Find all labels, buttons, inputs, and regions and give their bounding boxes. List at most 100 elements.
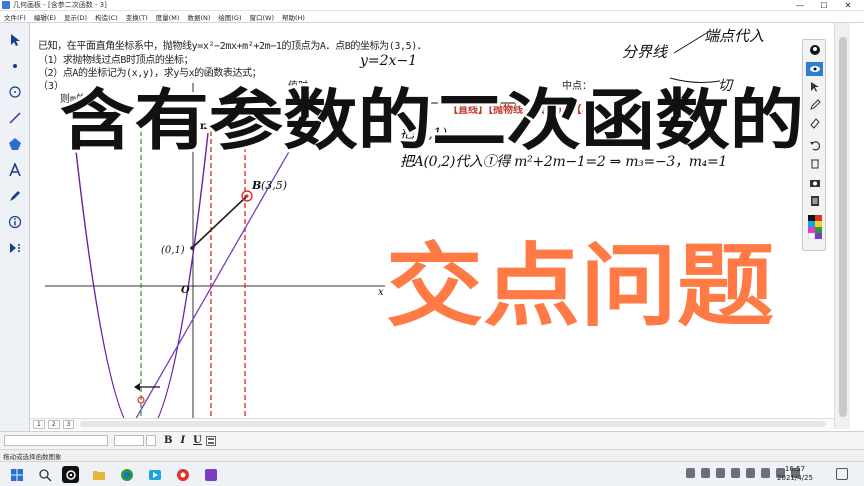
app-taskbar-icon-6[interactable]: [202, 466, 219, 483]
lightbulb-icon: [809, 45, 820, 55]
italic-button[interactable]: I: [180, 435, 185, 446]
palette-pen-button[interactable]: [806, 98, 823, 112]
vertical-scrollbar[interactable]: [834, 23, 850, 429]
app-grid-icon: [204, 468, 217, 481]
camera-icon: [809, 180, 820, 187]
browser-taskbar-icon[interactable]: [118, 466, 135, 483]
window-title: 几何画板 - [含参二次函数 - 3]: [13, 1, 107, 9]
menu-bar: 文件(F) 编辑(E) 显示(D) 构造(C) 变换(T) 度量(M) 数据(N…: [0, 11, 864, 23]
media-icon: [148, 469, 161, 480]
arrow-select-tool[interactable]: [4, 29, 26, 51]
color-grid-icon: [807, 215, 822, 239]
palette-notes-button[interactable]: [806, 194, 823, 208]
window-controls: — ☐ ✕: [788, 0, 860, 11]
info-icon: [8, 215, 22, 229]
point-b-dot: [245, 194, 249, 198]
clock-date: 2021/4/25: [777, 474, 813, 482]
line-tool[interactable]: [4, 107, 26, 129]
arrow-icon: [11, 34, 20, 46]
font-size-arrow[interactable]: [146, 435, 156, 446]
tray-icon-5[interactable]: [746, 468, 755, 478]
pen-icon: [809, 99, 821, 110]
label-point-0-1: (0,1): [161, 245, 185, 256]
polygon-icon: [9, 138, 21, 150]
symbol-palette-icon[interactable]: [205, 435, 216, 446]
search-icon: [38, 468, 51, 481]
menu-edit[interactable]: 编辑(E): [30, 12, 60, 22]
tray-icon-3[interactable]: [716, 468, 725, 478]
font-family-select[interactable]: [4, 435, 108, 446]
label-point-b-coord: (3,5): [261, 179, 288, 192]
info-tool[interactable]: [4, 211, 26, 233]
clock-time: 16:57: [784, 465, 806, 473]
overlay-subtitle: 交点问题: [386, 234, 774, 339]
palette-undo-button[interactable]: [806, 138, 823, 152]
underline-button[interactable]: U: [193, 435, 202, 446]
tray-icon-1[interactable]: [686, 468, 695, 478]
palette-light-button[interactable]: [806, 43, 823, 57]
point-0-1[interactable]: [190, 246, 194, 250]
pointer-icon: [810, 82, 819, 92]
point-tool[interactable]: [4, 55, 26, 77]
palette-trash-button[interactable]: [806, 156, 823, 170]
palette-pointer-button[interactable]: [806, 80, 823, 94]
tool-bar: [0, 23, 30, 435]
menu-measure[interactable]: 度量(M): [152, 12, 184, 22]
handwriting-line-eq: y=2x−1: [360, 53, 418, 69]
horizontal-scrollbar[interactable]: [80, 421, 826, 427]
label-point-b: B: [252, 179, 262, 192]
close-button[interactable]: ✕: [836, 0, 860, 11]
search-taskbar-icon[interactable]: [36, 466, 53, 483]
line-icon: [9, 112, 21, 124]
page-tab-3[interactable]: 3: [62, 419, 75, 429]
minimize-button[interactable]: —: [788, 0, 812, 11]
status-text: 拖动或选择函数图象: [3, 453, 62, 461]
page-tab-2[interactable]: 2: [47, 419, 60, 429]
clock[interactable]: 16:57 2021/4/25: [768, 465, 822, 483]
tray-icon-4[interactable]: [731, 468, 740, 478]
notes-icon: [810, 196, 819, 206]
tray-icon-2[interactable]: [701, 468, 710, 478]
media-taskbar-icon[interactable]: [146, 466, 163, 483]
marker-tool[interactable]: [4, 185, 26, 207]
overlay-title-svg: 含有参数的二次函数的: [57, 79, 807, 153]
compass-tool[interactable]: [4, 81, 26, 103]
palette-eye-button[interactable]: [806, 62, 823, 76]
palette-eraser-button[interactable]: [806, 116, 823, 130]
menu-transform[interactable]: 变换(T): [122, 12, 152, 22]
start-icon[interactable]: [8, 466, 25, 483]
page-tab-1[interactable]: 1: [33, 419, 45, 429]
sketch-canvas[interactable]: 已知，在平面直角坐标系中，抛物线y=x²−2mx+m²+2m−1的顶点为A．点B…: [30, 23, 834, 429]
browser-icon: [120, 468, 133, 481]
menu-file[interactable]: 文件(F): [0, 12, 30, 22]
arrow-head: [134, 383, 140, 391]
handwriting-substitute-a: 把A(0,2)代入①得 m²+2m−1=2 ⇒ m₃=−3，m₄=1: [400, 154, 728, 170]
text-tool[interactable]: [4, 159, 26, 181]
menu-construct[interactable]: 构造(C): [91, 12, 122, 22]
undo-icon: [809, 141, 820, 151]
custom-tool[interactable]: [4, 237, 26, 259]
menu-graph[interactable]: 绘图(G): [214, 12, 245, 22]
menu-data[interactable]: 数据(N): [183, 12, 214, 22]
maximize-button[interactable]: ☐: [812, 0, 836, 11]
folder-taskbar-icon[interactable]: [90, 466, 107, 483]
font-size-select[interactable]: [114, 435, 144, 446]
sketchpad-taskbar-icon[interactable]: [62, 466, 79, 483]
recorder-icon: [176, 468, 189, 481]
vertical-scroll-thumb[interactable]: [839, 37, 847, 417]
recorder-taskbar-icon[interactable]: [174, 466, 191, 483]
palette-color-grid[interactable]: [806, 214, 823, 240]
polygon-tool[interactable]: [4, 133, 26, 155]
geometry-sketchpad-window: 几何画板 - [含参二次函数 - 3] — ☐ ✕ 文件(F) 编辑(E) 显示…: [0, 0, 864, 486]
menu-window[interactable]: 窗口(W): [245, 12, 278, 22]
app-icon: [2, 1, 10, 9]
notification-icon[interactable]: [836, 468, 848, 480]
windows-logo-icon: [10, 468, 23, 481]
parabola-curve[interactable]: [73, 132, 209, 429]
point-icon: [13, 64, 17, 68]
palette-camera-button[interactable]: [806, 176, 823, 190]
menu-display[interactable]: 显示(D): [60, 12, 91, 22]
folder-icon: [92, 470, 105, 480]
menu-help[interactable]: 帮助(H): [278, 12, 309, 22]
bold-button[interactable]: B: [164, 435, 172, 446]
